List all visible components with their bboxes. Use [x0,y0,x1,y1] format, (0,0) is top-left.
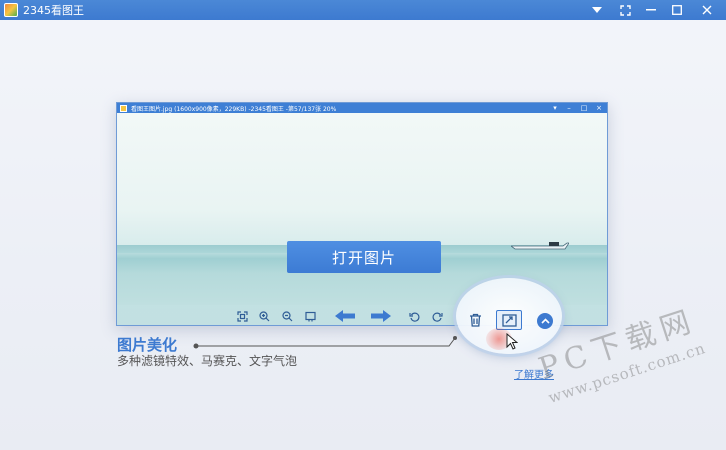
prev-arrow-icon[interactable] [335,309,355,323]
original-size-icon[interactable] [303,309,317,323]
boat-icon [511,242,569,250]
callout-connector [193,336,457,349]
maximize-icon[interactable] [664,0,690,20]
app-logo-icon [4,3,18,17]
open-image-button[interactable]: 打开图片 [287,241,441,273]
rotate-right-icon[interactable] [430,309,444,323]
viewer-maximize-icon[interactable]: □ [578,103,590,113]
delete-icon[interactable] [467,312,483,328]
viewer-titlebar: 看图王图片.jpg (1600x900像素，229KB) -2345看图王 -第… [117,103,607,113]
window-title: 2345看图王 [23,4,84,17]
next-arrow-icon[interactable] [371,309,391,323]
beautify-icon[interactable] [496,310,522,330]
close-icon[interactable] [694,0,720,20]
viewer-minimize-icon[interactable]: – [563,103,575,113]
viewer-menu-icon[interactable]: ▾ [549,103,561,113]
viewer-title: 看图王图片.jpg (1600x900像素，229KB) -2345看图王 -第… [131,105,337,113]
rotate-left-icon[interactable] [407,309,421,323]
fit-icon[interactable] [235,309,249,323]
zoom-in-icon[interactable] [257,309,271,323]
feature-description: 多种滤镜特效、马赛克、文字气泡 [117,354,298,368]
viewer-close-icon[interactable]: × [593,103,605,113]
mouse-cursor-icon [506,333,518,350]
menu-dropdown-icon[interactable] [584,0,610,20]
window-titlebar: 2345看图王 [0,0,726,20]
viewer-logo-icon [120,104,127,112]
expand-up-icon[interactable] [537,313,553,329]
minimize-icon[interactable] [638,0,664,20]
fullscreen-icon[interactable] [612,0,638,20]
zoom-out-icon[interactable] [280,309,294,323]
